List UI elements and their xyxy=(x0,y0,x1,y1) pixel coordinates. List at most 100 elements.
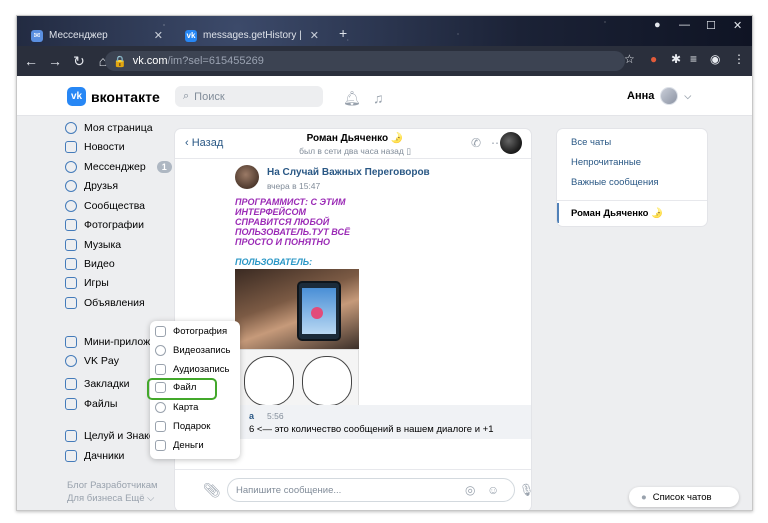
footer-links-more[interactable]: Для бизнеса Ещё ⌵ xyxy=(67,493,154,504)
filter-unread[interactable]: Непрочитанные xyxy=(571,157,641,168)
sidebar-item-vk-pay[interactable]: VK Pay xyxy=(65,351,119,371)
attach-video[interactable]: Видеозапись xyxy=(155,341,230,359)
microphone-icon[interactable]: 🎙︎ xyxy=(519,483,531,497)
chats-list-label: Список чатов xyxy=(652,491,712,503)
back-arrow-icon[interactable]: ← xyxy=(21,53,41,69)
vk-logo[interactable]: vk вконтакте xyxy=(67,87,160,106)
sidebar-item-label: Мессенджер xyxy=(84,161,146,173)
sidebar-item-label: Дачники xyxy=(84,450,125,462)
news-icon xyxy=(65,141,77,153)
camera-icon[interactable]: ◎ xyxy=(465,483,475,497)
footer-links[interactable]: Блог Разработчикам xyxy=(67,480,158,491)
sidebar-item-label: Музыка xyxy=(84,239,122,251)
music-note-icon xyxy=(155,363,166,375)
peer-avatar[interactable] xyxy=(500,132,522,154)
attach-map[interactable]: Карта xyxy=(155,398,198,416)
sidebar-item-label: Игры xyxy=(84,277,109,289)
sidebar-item-mini-apps[interactable]: Мини-приложен xyxy=(65,332,162,352)
tab-api-docs[interactable]: vk messages.getHistory | Разработ ✕ xyxy=(177,25,327,46)
new-tab-icon[interactable]: + xyxy=(339,25,347,41)
filter-all-chats[interactable]: Все чаты xyxy=(571,137,611,148)
sidebar-item-ads[interactable]: Объявления xyxy=(65,293,145,313)
attach-item-label: Аудиозапись xyxy=(173,363,230,375)
vk-messenger-icon: ✉ xyxy=(31,29,43,42)
sidebar-item-label: Фотографии xyxy=(84,219,145,231)
chats-list-button[interactable]: ● Список чатов xyxy=(629,487,739,507)
sidebar-item-group-1[interactable]: Целуй и Знаком xyxy=(65,426,162,446)
message-text: 6 <— это количество сообщений в нашем ди… xyxy=(249,424,494,435)
sidebar-item-music[interactable]: Музыка xyxy=(65,235,121,255)
paperclip-icon[interactable]: 📎︎ xyxy=(203,482,221,499)
sidebar-item-news[interactable]: Новости xyxy=(65,137,125,157)
extension-icon[interactable]: ● xyxy=(650,52,657,66)
back-button[interactable]: ‹ Назад xyxy=(185,137,223,149)
tab-bar: ✉ Мессенджер ✕ vk messages.getHistory | … xyxy=(17,16,752,46)
maximize-icon[interactable]: ☐ xyxy=(706,19,716,32)
file-icon xyxy=(65,398,77,410)
minimize-icon[interactable]: — xyxy=(679,19,690,31)
close-window-icon[interactable]: ✕ xyxy=(733,19,742,32)
back-label: Назад xyxy=(191,137,224,149)
message-placeholder: Напишите сообщение... xyxy=(236,484,342,496)
user-menu[interactable]: Анна ⌵ xyxy=(627,87,691,105)
close-tab-icon[interactable]: ✕ xyxy=(154,29,163,42)
attach-item-label: Деньги xyxy=(173,439,204,451)
sidebar-item-bookmarks[interactable]: Закладки xyxy=(65,374,129,394)
vk-pay-icon xyxy=(65,355,77,367)
peer-info[interactable]: Роман Дьяченко 🌛 был в сети два часа наз… xyxy=(285,133,425,157)
browser-window: ✉ Мессенджер ✕ vk messages.getHistory | … xyxy=(16,15,753,511)
sidebar-item-group-2[interactable]: Дачники xyxy=(65,446,124,466)
avatar[interactable] xyxy=(235,165,259,189)
sidebar-item-video[interactable]: Видео xyxy=(65,254,115,274)
tab-messenger[interactable]: ✉ Мессенджер ✕ xyxy=(23,25,171,46)
music-note-icon[interactable]: ♫ xyxy=(373,90,384,106)
attach-audio[interactable]: Аудиозапись xyxy=(155,360,229,378)
user-name: Анна xyxy=(627,90,655,102)
message-composer: 📎︎ Напишите сообщение... ◎ ☺ 🎙︎ xyxy=(175,469,531,510)
sidebar-item-my-page[interactable]: Моя страница xyxy=(65,118,153,138)
attach-photo[interactable]: Фотография xyxy=(155,322,227,340)
photo-icon xyxy=(65,219,77,231)
message-author[interactable]: На Случай Важных Переговоров xyxy=(267,167,430,178)
message-time: вчера в 15:47 xyxy=(267,181,321,191)
emoji-icon[interactable]: ☺ xyxy=(487,483,499,497)
video-icon xyxy=(155,344,166,356)
star-icon xyxy=(65,378,77,390)
close-tab-icon[interactable]: ✕ xyxy=(310,29,319,42)
sidebar-item-communities[interactable]: Сообщества xyxy=(65,196,145,216)
sidebar-item-games[interactable]: Игры xyxy=(65,273,109,293)
reload-icon[interactable]: ↻ xyxy=(69,53,89,70)
camera-icon xyxy=(155,325,166,337)
attach-gift[interactable]: Подарок xyxy=(155,417,210,435)
tab-title: Мессенджер xyxy=(49,30,108,41)
bookmark-star-icon[interactable]: ☆ xyxy=(624,52,635,66)
attach-item-label: Подарок xyxy=(173,420,211,432)
divider xyxy=(557,200,707,201)
active-chat-item[interactable]: Роман Дьяченко 🌛 xyxy=(557,203,707,223)
phone-icon[interactable]: ✆ xyxy=(471,136,481,150)
meme-image[interactable]: ПРОГРАММИСТ: С ЭТИМ ИНТЕРФЕЙСОМ СПРАВИТС… xyxy=(235,197,359,411)
sidebar-item-label: Объявления xyxy=(84,297,145,309)
forward-arrow-icon[interactable]: → xyxy=(45,53,65,69)
bell-icon[interactable]: 🔔︎ xyxy=(343,90,361,107)
rage-faces-image xyxy=(235,349,359,411)
url-input[interactable]: 🔒 vk.com/im?sel=615455269 xyxy=(105,51,625,71)
playlist-icon[interactable]: ≡ xyxy=(690,52,697,66)
profile-avatar-icon[interactable]: ◉ xyxy=(710,52,720,66)
profile-dot-icon[interactable]: ● xyxy=(654,19,661,31)
chat-bubble-icon xyxy=(65,161,77,173)
sidebar-item-friends[interactable]: Друзья xyxy=(65,176,118,196)
attach-money[interactable]: Деньги xyxy=(155,436,204,454)
filter-important[interactable]: Важные сообщения xyxy=(571,177,659,188)
group-icon xyxy=(65,450,77,462)
browser-menu-icon[interactable]: ⋮ xyxy=(733,52,745,66)
sidebar-item-photos[interactable]: Фотографии xyxy=(65,215,144,235)
search-input[interactable]: ⌕ Поиск xyxy=(175,86,323,107)
sidebar-item-messenger[interactable]: Мессенджер 1 xyxy=(65,157,172,177)
extensions-puzzle-icon[interactable]: ✱ xyxy=(671,52,681,66)
vk-icon: vk xyxy=(185,29,197,42)
sidebar-item-label: Моя страница xyxy=(84,122,153,134)
sidebar-item-files[interactable]: Файлы xyxy=(65,394,117,414)
message-author: а xyxy=(249,411,255,421)
message-time: 5:56 xyxy=(267,411,284,421)
